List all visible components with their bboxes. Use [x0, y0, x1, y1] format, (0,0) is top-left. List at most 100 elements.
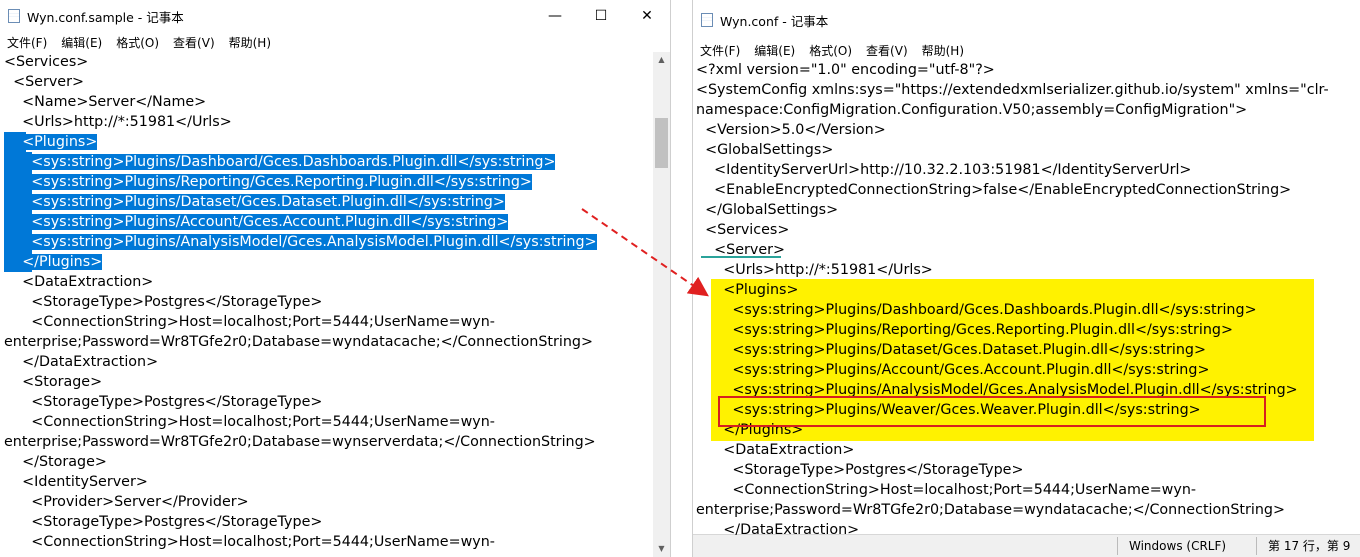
- line-text: <ConnectionString>Host=localhost;Port=54…: [4, 314, 495, 330]
- line-text: namespace:ConfigMigration.Configuration.…: [696, 102, 1248, 118]
- vertical-scrollbar[interactable]: ▲ ▼: [653, 52, 670, 557]
- text-line: <sys:string>Plugins/Dataset/Gces.Dataset…: [696, 340, 1206, 360]
- status-bar: Windows (CRLF) 第 17 行，第 9 列: [693, 534, 1360, 557]
- selected-text: <sys:string>Plugins/Account/Gces.Account…: [31, 214, 509, 230]
- selection-whitespace: [4, 234, 32, 250]
- menu-help[interactable]: 帮助(H): [915, 42, 971, 59]
- text-line: <sys:string>Plugins/AnalysisModel/Gces.A…: [4, 232, 597, 252]
- line-text: </GlobalSettings>: [696, 202, 839, 218]
- menu-view[interactable]: 查看(V): [166, 34, 222, 51]
- text-line: <StorageType>Postgres</StorageType>: [4, 392, 322, 412]
- scroll-up-icon[interactable]: ▲: [653, 52, 670, 68]
- selection-whitespace: [4, 254, 23, 270]
- title-bar[interactable]: Wyn.conf - 记事本: [693, 0, 1360, 40]
- selected-text: <sys:string>Plugins/Dashboard/Gces.Dashb…: [31, 154, 556, 170]
- line-text: <StorageType>Postgres</StorageType>: [4, 294, 323, 310]
- line-text: <sys:string>Plugins/Reporting/Gces.Repor…: [696, 322, 1233, 338]
- text-line: </DataExtraction>: [696, 520, 859, 535]
- line-text: </Storage>: [4, 454, 107, 470]
- text-editor[interactable]: <Services> <Server> <Name>Server</Name> …: [0, 52, 653, 557]
- text-line: <sys:string>Plugins/Account/Gces.Account…: [4, 212, 509, 232]
- line-text: <DataExtraction>: [4, 274, 154, 290]
- text-line: <IdentityServerUrl>http://10.32.2.103:51…: [696, 160, 1191, 180]
- line-text: <EnableEncryptedConnectionString>false</…: [696, 182, 1292, 198]
- line-text: <sys:string>Plugins/Reporting/Gces.Repor…: [4, 174, 532, 190]
- line-text: enterprise;Password=Wr8TGfe2r0;Database=…: [696, 502, 1285, 518]
- scroll-down-icon[interactable]: ▼: [653, 541, 670, 557]
- text-line: <sys:string>Plugins/Dataset/Gces.Dataset…: [4, 192, 505, 212]
- menu-help[interactable]: 帮助(H): [222, 34, 278, 51]
- selection-whitespace: [4, 214, 32, 230]
- line-text: <StorageType>Postgres</StorageType>: [696, 462, 1024, 478]
- line-text: <sys:string>Plugins/Account/Gces.Account…: [4, 214, 509, 230]
- selected-text: <sys:string>Plugins/Dataset/Gces.Dataset…: [31, 194, 505, 210]
- menu-bar: 文件(F) 编辑(E) 格式(O) 查看(V) 帮助(H): [0, 32, 670, 52]
- menu-file[interactable]: 文件(F): [0, 34, 54, 51]
- text-line: <Services>: [4, 52, 88, 72]
- line-text: <Version>5.0</Version>: [696, 122, 886, 138]
- line-text: <SystemConfig xmlns:sys="https://extende…: [696, 82, 1329, 98]
- close-button[interactable]: ✕: [624, 0, 670, 32]
- line-text: enterprise;Password=Wr8TGfe2r0;Database=…: [4, 434, 596, 450]
- selection-whitespace: [4, 134, 23, 150]
- line-text: <sys:string>Plugins/Dashboard/Gces.Dashb…: [4, 154, 556, 170]
- line-text: enterprise;Password=Wr8TGfe2r0;Database=…: [4, 334, 593, 350]
- menu-edit[interactable]: 编辑(E): [54, 34, 109, 51]
- text-line: enterprise;Password=Wr8TGfe2r0;Database=…: [696, 500, 1285, 520]
- status-cursor-position: 第 17 行，第 9 列: [1268, 539, 1351, 553]
- window-title: Wyn.conf - 记事本: [720, 13, 829, 29]
- menu-format[interactable]: 格式(O): [802, 42, 859, 59]
- text-line: <StorageType>Postgres</StorageType>: [4, 292, 322, 312]
- notepad-icon: [701, 13, 713, 27]
- minimize-button[interactable]: —: [532, 0, 578, 32]
- line-text: <sys:string>Plugins/Account/Gces.Account…: [696, 362, 1210, 378]
- line-text: <StorageType>Postgres</StorageType>: [4, 394, 323, 410]
- line-text: <ConnectionString>Host=localhost;Port=54…: [4, 534, 495, 550]
- text-line: <Urls>http://*:51981</Urls>: [696, 260, 933, 280]
- text-line: <?xml version="1.0" encoding="utf-8"?>: [696, 60, 995, 80]
- menu-edit[interactable]: 编辑(E): [747, 42, 802, 59]
- text-line: <Name>Server</Name>: [4, 92, 206, 112]
- line-text: <sys:string>Plugins/Dashboard/Gces.Dashb…: [696, 302, 1257, 318]
- line-text: <Plugins>: [4, 134, 98, 150]
- text-line: <Plugins>: [4, 132, 98, 152]
- line-text: <Urls>http://*:51981</Urls>: [696, 262, 933, 278]
- text-line: <ConnectionString>Host=localhost;Port=54…: [4, 412, 495, 432]
- text-line: <StorageType>Postgres</StorageType>: [696, 460, 1023, 480]
- title-bar[interactable]: Wyn.conf.sample - 记事本 — ☐ ✕: [0, 0, 670, 32]
- line-text: <ConnectionString>Host=localhost;Port=54…: [4, 414, 495, 430]
- text-line: enterprise;Password=Wr8TGfe2r0;Database=…: [4, 332, 593, 352]
- window-title: Wyn.conf.sample - 记事本: [27, 9, 184, 25]
- text-line: <ConnectionString>Host=localhost;Port=54…: [696, 480, 1196, 500]
- status-divider: [1117, 537, 1118, 555]
- highlight-weaver-plugin-box: [718, 396, 1266, 427]
- line-text: </Plugins>: [4, 254, 103, 270]
- status-divider: [1256, 537, 1257, 555]
- text-line: </DataExtraction>: [4, 352, 158, 372]
- line-text: <sys:string>Plugins/AnalysisModel/Gces.A…: [4, 234, 597, 250]
- text-line: <ConnectionString>Host=localhost;Port=54…: [4, 532, 495, 552]
- selection-whitespace: [4, 194, 32, 210]
- text-line: </Plugins>: [4, 252, 103, 272]
- line-text: </DataExtraction>: [696, 522, 860, 535]
- line-text: <GlobalSettings>: [696, 142, 834, 158]
- text-line: <SystemConfig xmlns:sys="https://extende…: [696, 80, 1329, 100]
- text-line: <IdentityServer>: [4, 472, 148, 492]
- text-line: <ConnectionString>Host=localhost;Port=54…: [4, 312, 495, 332]
- line-text: <?xml version="1.0" encoding="utf-8"?>: [696, 62, 995, 78]
- line-text: <StorageType>Postgres</StorageType>: [4, 514, 323, 530]
- text-line: <DataExtraction>: [696, 440, 854, 460]
- menu-view[interactable]: 查看(V): [859, 42, 915, 59]
- text-line: <sys:string>Plugins/Account/Gces.Account…: [696, 360, 1209, 380]
- maximize-button[interactable]: ☐: [578, 0, 624, 32]
- text-line: enterprise;Password=Wr8TGfe2r0;Database=…: [4, 432, 596, 452]
- menu-file[interactable]: 文件(F): [693, 42, 747, 59]
- selected-text: <Plugins>: [22, 134, 98, 150]
- text-line: namespace:ConfigMigration.Configuration.…: [696, 100, 1247, 120]
- text-line: <sys:string>Plugins/Reporting/Gces.Repor…: [696, 320, 1233, 340]
- scroll-thumb[interactable]: [655, 118, 668, 168]
- text-line: <sys:string>Plugins/Reporting/Gces.Repor…: [4, 172, 532, 192]
- selected-text: <sys:string>Plugins/Reporting/Gces.Repor…: [31, 174, 532, 190]
- menu-format[interactable]: 格式(O): [109, 34, 166, 51]
- line-text: <Name>Server</Name>: [4, 94, 207, 110]
